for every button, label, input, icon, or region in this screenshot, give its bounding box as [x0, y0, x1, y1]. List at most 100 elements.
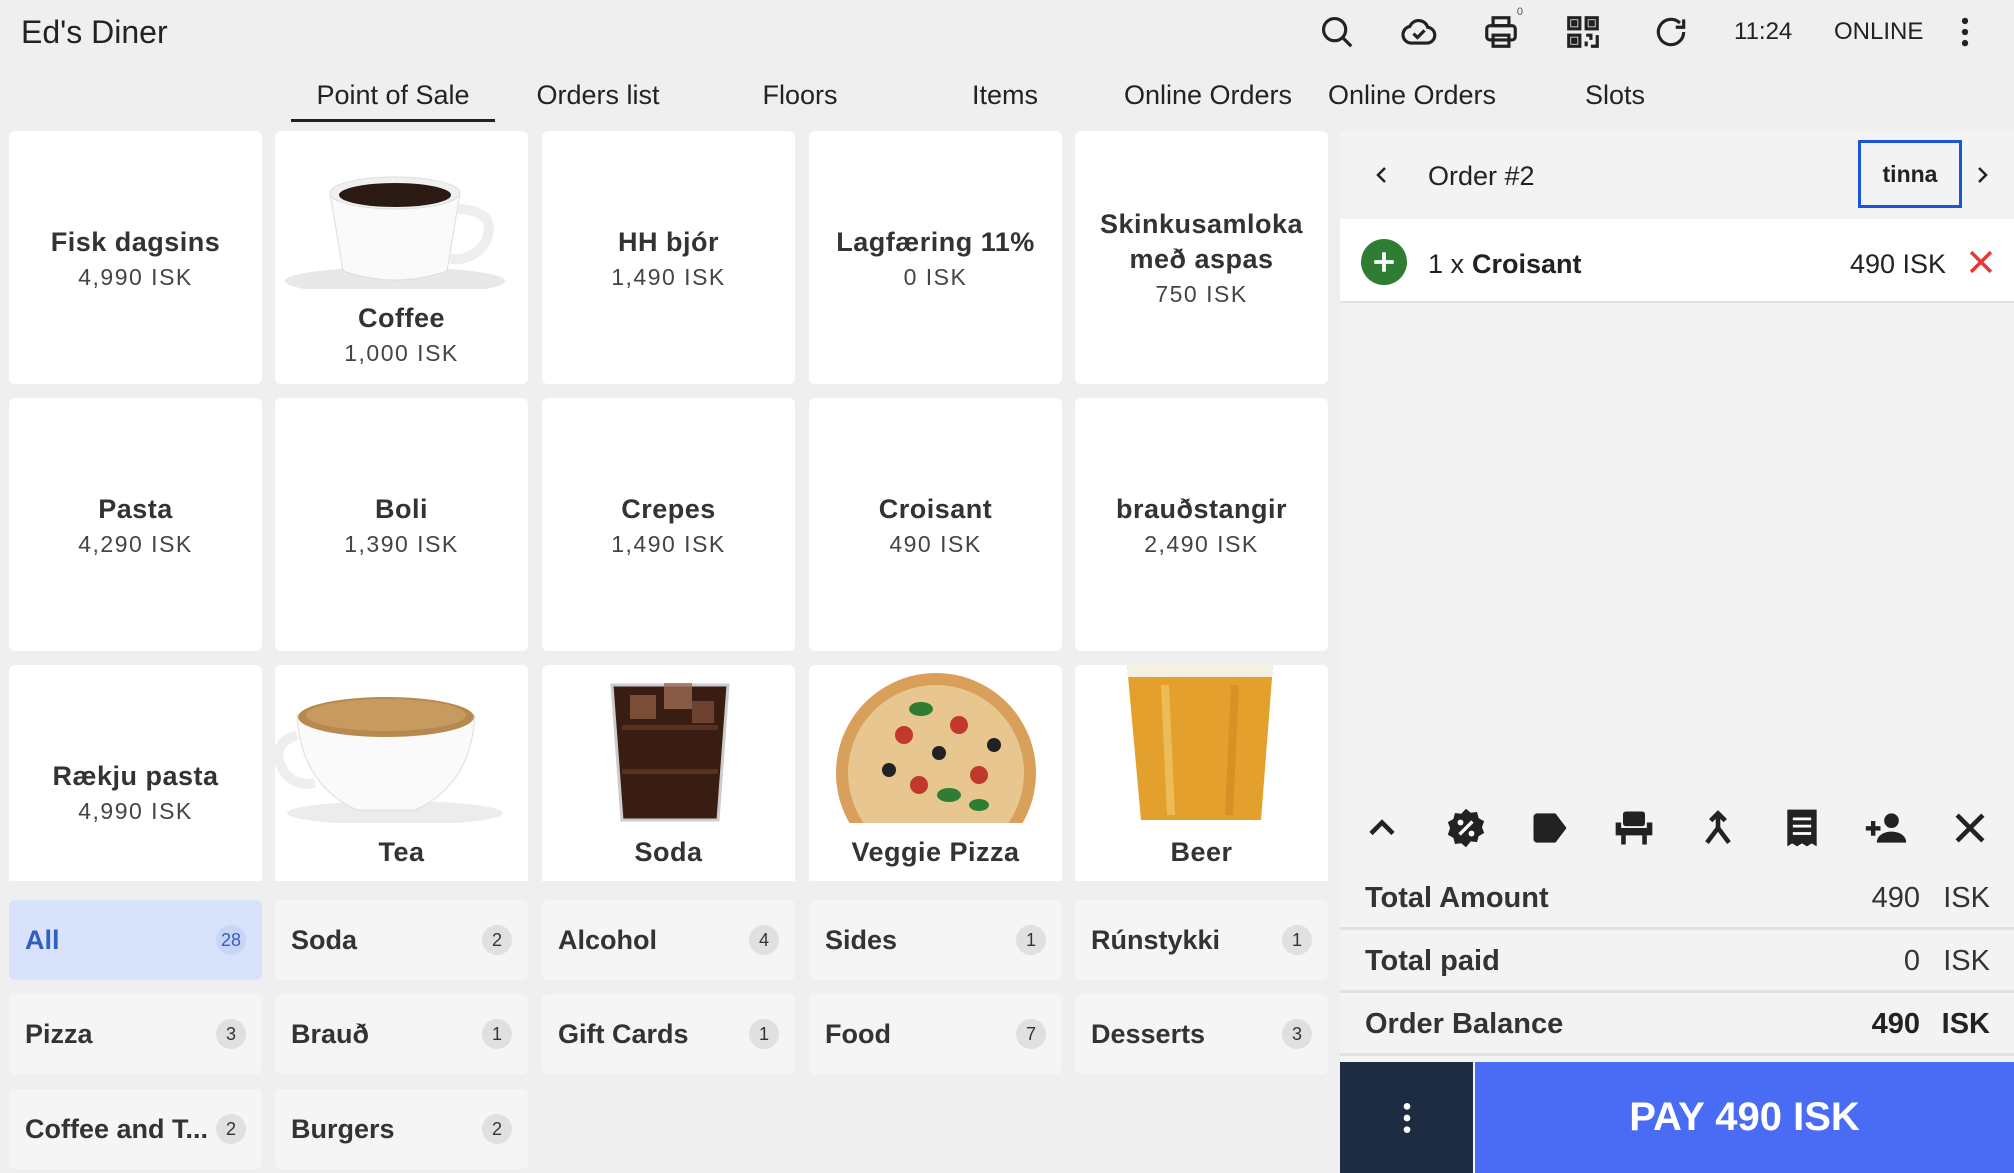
category-name: Burgers: [291, 1113, 395, 1144]
order-header: Order #2 tinna: [1340, 131, 2014, 219]
item-name: Beer: [1170, 837, 1233, 867]
item-tile[interactable]: Soda: [542, 665, 795, 881]
coffee-cup-image: [275, 131, 528, 289]
total-amount-value: 490: [1871, 882, 1920, 914]
line-price: 490 ISK: [1850, 249, 1947, 279]
item-tile[interactable]: Fisk dagsins 4,990 ISK: [9, 131, 262, 384]
order-balance-label: Order Balance: [1365, 1008, 1564, 1040]
item-tile[interactable]: Beer: [1075, 665, 1328, 881]
item-name: Crepes: [621, 493, 716, 524]
item-tile[interactable]: Coffee 1,000 ISK: [275, 131, 528, 384]
refresh-icon[interactable]: [1647, 8, 1695, 56]
category-count: 4: [749, 925, 779, 955]
search-icon[interactable]: [1313, 8, 1361, 56]
category-soda[interactable]: Soda 2: [275, 900, 528, 980]
category-all[interactable]: All 28: [9, 900, 262, 980]
category-count: 1: [482, 1019, 512, 1049]
soda-glass-image: [542, 665, 795, 823]
item-name: Soda: [634, 837, 703, 867]
seat-icon[interactable]: [1592, 793, 1676, 863]
category-runstykki[interactable]: Rúnstykki 1: [1075, 900, 1328, 980]
chevron-left-icon[interactable]: [1364, 157, 1400, 193]
add-customer-icon[interactable]: [1844, 793, 1928, 863]
category-burgers[interactable]: Burgers 2: [275, 1089, 528, 1169]
item-price: 2,490 ISK: [1144, 530, 1259, 557]
item-tile[interactable]: Crepes 1,490 ISK: [542, 398, 795, 651]
printer-icon[interactable]: 0: [1477, 6, 1525, 56]
total-paid-currency: ISK: [1943, 945, 1990, 977]
category-name: Brauð: [291, 1018, 370, 1049]
more-options-button[interactable]: [1340, 1062, 1473, 1173]
close-icon: [1969, 250, 1993, 274]
receipt-icon[interactable]: [1760, 793, 1844, 863]
category-alcohol[interactable]: Alcohol 4: [542, 900, 795, 980]
category-count: 3: [216, 1019, 246, 1049]
item-tile[interactable]: brauðstangir 2,490 ISK: [1075, 398, 1328, 651]
item-name: Veggie Pizza: [851, 837, 1020, 867]
item-price: 4,990 ISK: [78, 797, 193, 824]
line-quantity: 1 x: [1428, 249, 1465, 279]
category-count: 1: [749, 1019, 779, 1049]
total-paid-row: Total paid 0 ISK: [1340, 930, 2014, 993]
chevron-up-icon[interactable]: [1340, 793, 1424, 863]
item-tile[interactable]: Boli 1,390 ISK: [275, 398, 528, 651]
item-tile[interactable]: Skinkusamloka með aspas 750 ISK: [1075, 131, 1328, 384]
order-line-item[interactable]: 1 x Croisant 490 ISK: [1340, 219, 2014, 303]
category-count: 2: [482, 1114, 512, 1144]
category-name: Soda: [291, 924, 358, 955]
category-count: 1: [1282, 925, 1312, 955]
chevron-right-icon[interactable]: [1964, 157, 2000, 193]
order-balance-currency: ISK: [1941, 1008, 1990, 1040]
category-sides[interactable]: Sides 1: [809, 900, 1062, 980]
connection-status: ONLINE: [1834, 18, 1924, 45]
tab-orders-list[interactable]: Orders list: [520, 80, 676, 122]
category-desserts[interactable]: Desserts 3: [1075, 994, 1328, 1074]
discount-icon[interactable]: [1424, 793, 1508, 863]
category-food[interactable]: Food 7: [809, 994, 1062, 1074]
item-tile[interactable]: HH bjór 1,490 ISK: [542, 131, 795, 384]
item-grid: Fisk dagsins 4,990 ISK Coffee 1,000 ISK …: [9, 131, 1329, 881]
item-tile[interactable]: Veggie Pizza: [809, 665, 1062, 881]
remove-line-button[interactable]: [1964, 245, 1998, 279]
tab-online-orders-2[interactable]: Online Orders: [1322, 80, 1502, 122]
category-name: Rúnstykki: [1091, 924, 1221, 955]
plus-icon: [1374, 252, 1394, 272]
close-icon[interactable]: [1928, 793, 2012, 863]
item-tile[interactable]: Croisant 490 ISK: [809, 398, 1062, 651]
item-tile[interactable]: Tea: [275, 665, 528, 881]
category-name: Coffee and T...: [25, 1113, 209, 1144]
tab-slots[interactable]: Slots: [1560, 80, 1670, 122]
qr-code-icon[interactable]: [1559, 8, 1607, 56]
tab-floors[interactable]: Floors: [740, 80, 860, 122]
item-tile[interactable]: Lagfæring 11% 0 ISK: [809, 131, 1062, 384]
category-braud[interactable]: Brauð 1: [275, 994, 528, 1074]
tag-icon[interactable]: [1508, 793, 1592, 863]
merge-icon[interactable]: [1676, 793, 1760, 863]
tab-items[interactable]: Items: [950, 80, 1060, 122]
category-pizza[interactable]: Pizza 3: [9, 994, 262, 1074]
category-count: 2: [216, 1114, 246, 1144]
total-amount-currency: ISK: [1943, 882, 1990, 914]
item-name: Skinkusamloka með aspas: [1099, 209, 1304, 274]
tab-online-orders[interactable]: Online Orders: [1118, 80, 1298, 122]
add-quantity-button[interactable]: [1361, 239, 1407, 285]
category-count: 3: [1282, 1019, 1312, 1049]
category-name: Food: [825, 1018, 891, 1049]
category-grid: All 28 Soda 2 Alcohol 4 Sides 1 Rúnstykk…: [9, 900, 1329, 1170]
item-tile[interactable]: Rækju pasta 4,990 ISK: [9, 665, 262, 881]
main-tabs: Point of Sale Orders list Floors Items O…: [0, 72, 1645, 122]
category-coffee-and-tea[interactable]: Coffee and T... 2: [9, 1089, 262, 1169]
item-name: Croisant: [878, 493, 993, 524]
item-price: 0 ISK: [903, 263, 968, 290]
category-count: 28: [216, 925, 246, 955]
item-tile[interactable]: Pasta 4,290 ISK: [9, 398, 262, 651]
item-name: Rækju pasta: [52, 760, 219, 791]
cloud-sync-icon[interactable]: [1395, 8, 1443, 56]
more-vert-icon[interactable]: [1941, 8, 1989, 56]
assigned-user[interactable]: tinna: [1858, 140, 1962, 208]
tab-point-of-sale[interactable]: Point of Sale: [291, 80, 495, 122]
item-name: Tea: [378, 837, 425, 867]
category-gift-cards[interactable]: Gift Cards 1: [542, 994, 795, 1074]
category-name: Sides: [825, 924, 898, 955]
pay-button[interactable]: PAY 490 ISK: [1475, 1062, 2014, 1173]
